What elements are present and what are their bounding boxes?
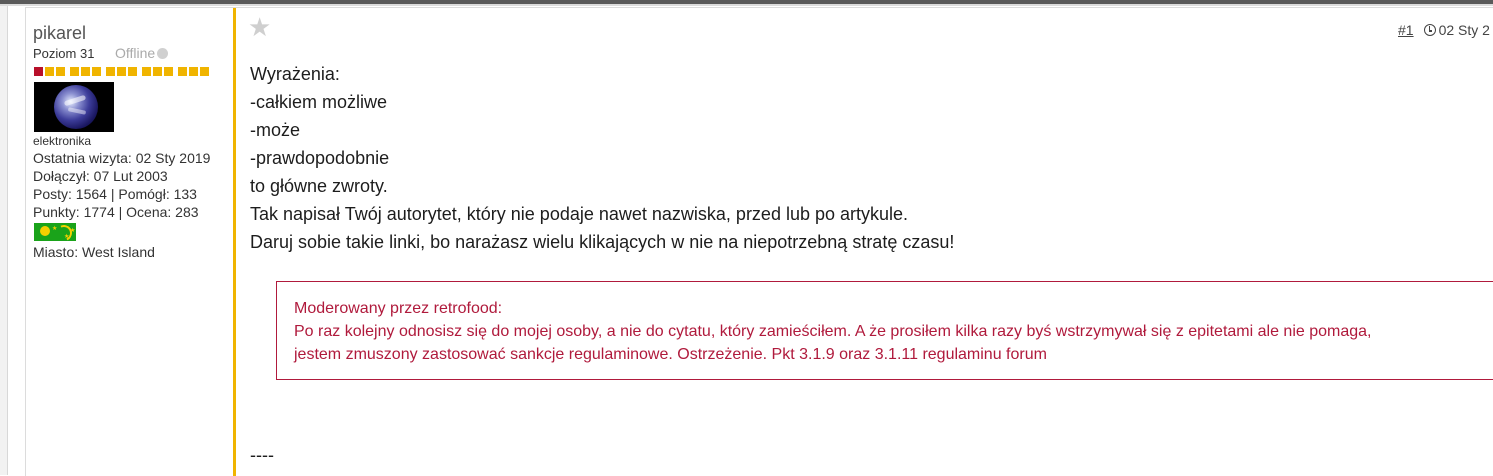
- avatar: [34, 82, 114, 132]
- rank-segment: [70, 67, 79, 76]
- rank-segment: [56, 67, 65, 76]
- rank-segment: [178, 67, 187, 76]
- author-points-rating: Punkty: 1774 | Ocena: 283: [33, 204, 199, 220]
- author-level: Poziom 31: [33, 46, 95, 61]
- signature-separator: ----: [250, 445, 274, 465]
- forum-post: pikarel Poziom 31 Offline elektronika Os…: [25, 7, 1493, 476]
- rank-bar: [34, 67, 209, 76]
- left-gutter: [0, 6, 8, 475]
- post-content: ★ #1 02 Sty 2 Wyrażenia: -całkiem możliwe…: [239, 8, 1493, 476]
- rank-segment: [45, 67, 54, 76]
- author-joined: Dołączył: 07 Lut 2003: [33, 168, 168, 184]
- author-last-visit: Ostatnia wizyta: 02 Sty 2019: [33, 150, 211, 166]
- post-line: to główne zwroty.: [250, 176, 388, 196]
- moderation-header: Moderowany przez retrofood:: [294, 300, 503, 317]
- post-line: -całkiem możliwe: [250, 92, 388, 112]
- author-city: Miasto: West Island: [33, 244, 155, 260]
- author-panel: pikarel Poziom 31 Offline elektronika Os…: [26, 8, 233, 476]
- rank-segment: [106, 67, 115, 76]
- post-meta: #1 02 Sty 2: [1398, 22, 1490, 38]
- rank-segment: [34, 67, 43, 76]
- moderation-notice: Moderowany przez retrofood: Po raz kolej…: [276, 281, 1493, 380]
- author-username[interactable]: pikarel: [33, 23, 86, 44]
- post-line: -może: [250, 120, 301, 140]
- rank-segment: [142, 67, 151, 76]
- top-border-shadow: [0, 4, 1493, 6]
- rank-segment: [153, 67, 162, 76]
- rank-segment: [128, 67, 137, 76]
- status-dot-icon: [157, 48, 169, 59]
- status-label: Offline: [115, 45, 156, 61]
- post-line: Wyrażenia:: [250, 64, 340, 84]
- rank-segment: [189, 67, 198, 76]
- moderation-line: jestem zmuszony zastosować sankcje regul…: [294, 346, 1047, 363]
- post-date: 02 Sty 2: [1438, 22, 1490, 38]
- post-number-link[interactable]: #1: [1398, 22, 1414, 38]
- rank-segment: [92, 67, 101, 76]
- post-line: -prawdopodobnie: [250, 148, 390, 168]
- post-line: Daruj sobie takie linki, bo narażasz wie…: [250, 232, 955, 252]
- avatar-caption: elektronika: [33, 134, 92, 148]
- post-body: Wyrażenia: -całkiem możliwe -może -prawd…: [250, 60, 954, 256]
- rank-segment: [81, 67, 90, 76]
- author-status: Offline: [115, 45, 169, 61]
- star-icon[interactable]: ★: [248, 14, 271, 40]
- rank-segment: [200, 67, 209, 76]
- clock-icon: [1423, 24, 1436, 36]
- flag-icon: ★ ★ ★: [34, 222, 76, 244]
- moderation-line: Po raz kolejny odnosisz się do mojej oso…: [294, 323, 1372, 340]
- rank-segment: [117, 67, 126, 76]
- rank-segment: [164, 67, 173, 76]
- post-line: Tak napisał Twój autorytet, który nie po…: [250, 204, 909, 224]
- post-divider: [233, 8, 236, 476]
- author-posts-helped: Posty: 1564 | Pomógł: 133: [33, 186, 197, 202]
